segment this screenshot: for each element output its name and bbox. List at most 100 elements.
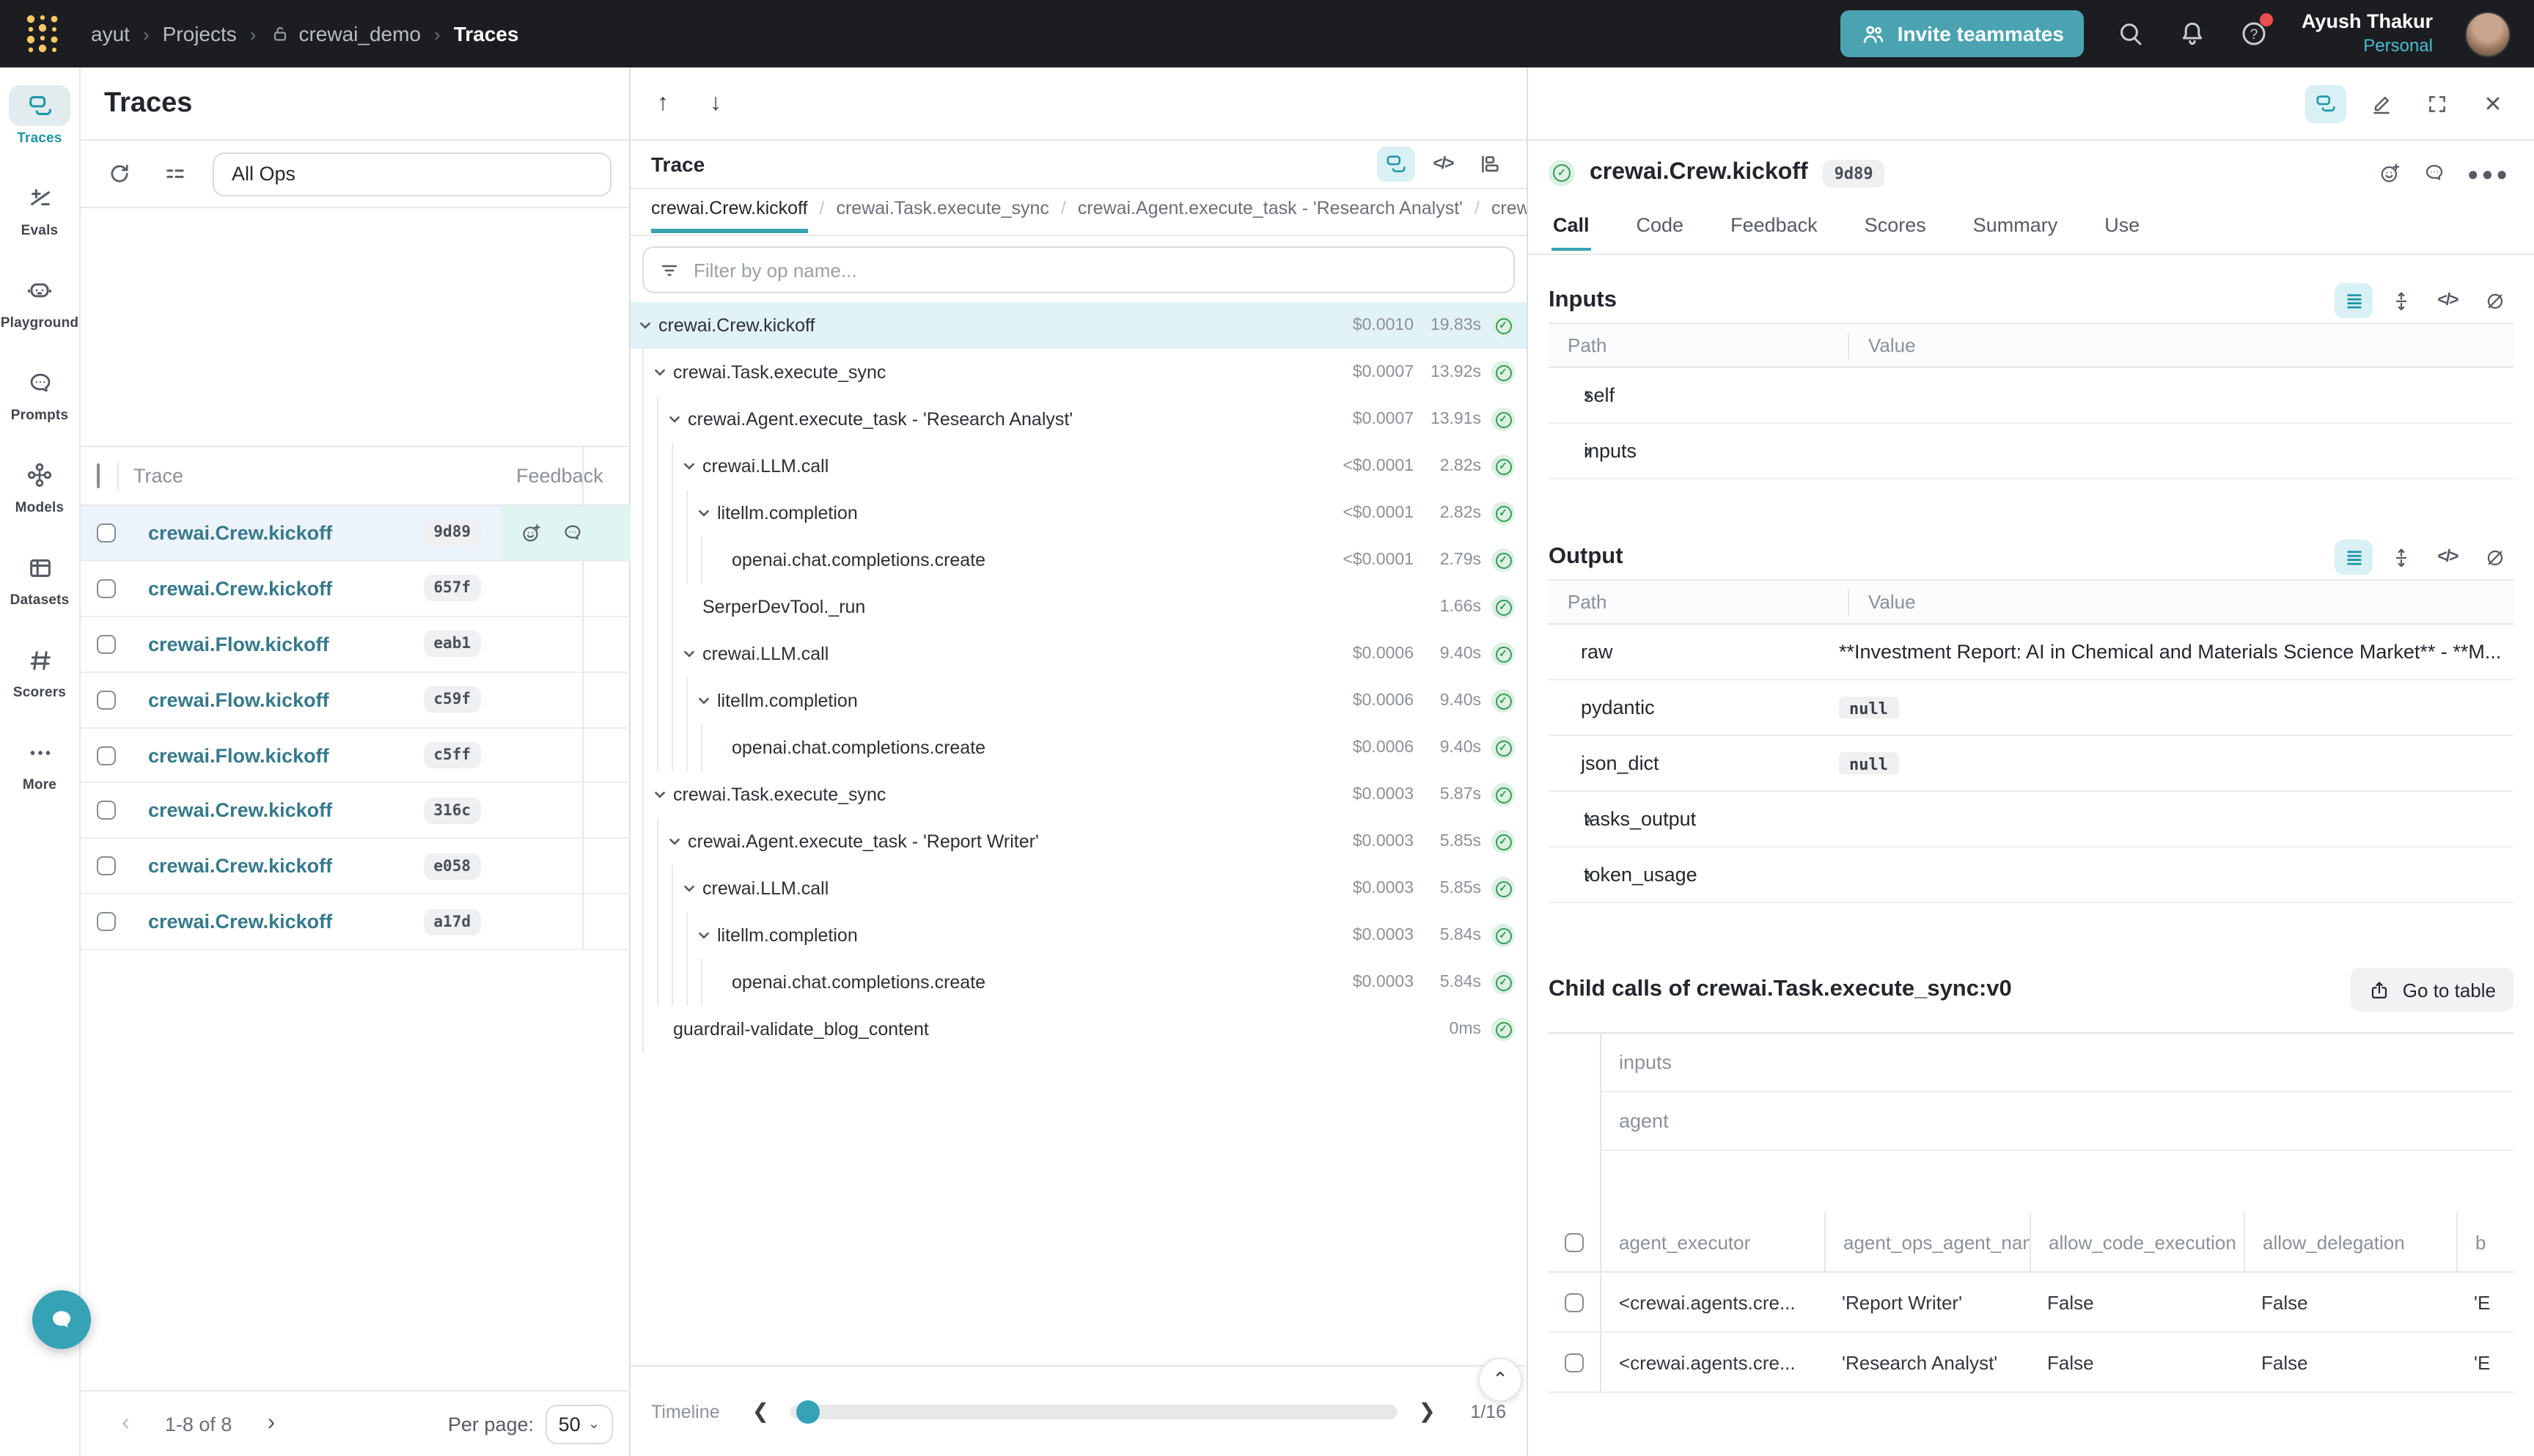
trace-op-link[interactable]: crewai.Flow.kickoff [148,744,423,766]
chevron-down-icon[interactable] [666,834,683,849]
trace-table-row[interactable]: crewai.Crew.kickoffa17d [81,894,631,950]
trace-table-row[interactable]: crewai.Flow.kickoffeab1 [81,617,631,673]
refresh-icon[interactable] [101,156,136,191]
trace-op-link[interactable]: crewai.Crew.kickoff [148,800,423,822]
tab-use[interactable]: Use [2103,208,2141,248]
chat-widget-button[interactable] [32,1290,91,1349]
row-checkbox[interactable] [97,579,116,598]
trace-tree-row[interactable]: crewai.Crew.kickoff$0.001019.83s✓ [631,302,1527,349]
trace-tree-row[interactable]: openai.chat.completions.create$0.00069.4… [631,724,1527,771]
row-checkbox[interactable] [97,746,116,765]
row-checkbox[interactable] [1565,1232,1584,1251]
per-page-select[interactable]: 50 ⌄ [546,1404,613,1444]
tree-view-icon[interactable] [1377,147,1415,182]
trace-tree-row[interactable]: crewai.LLM.call<$0.00012.82s✓ [631,443,1527,490]
breadcrumb-item-Traces[interactable]: Traces [454,22,519,45]
path-value-row[interactable]: tasks_output [1549,792,2513,848]
row-checkbox[interactable] [97,523,116,543]
search-icon[interactable] [2117,19,2146,48]
chevron-right-icon[interactable] [1549,444,1581,458]
path-value-row[interactable]: json_dictnull [1549,736,2513,792]
trace-crumb-tab[interactable]: crewai.LLM.call [1491,198,1527,229]
sidebar-item-scorers[interactable]: Scorers [0,639,80,701]
trace-table-row[interactable]: crewai.Crew.kickoff657f [81,562,631,617]
breadcrumb-item-Projects[interactable]: Projects [163,22,237,45]
row-checkbox[interactable] [97,634,116,653]
flame-graph-icon[interactable] [1471,147,1509,182]
child-data-row[interactable]: <crewai.agents.cre...'Research Analyst'F… [1549,1333,2513,1393]
prev-page-icon[interactable]: ‹ [104,1411,147,1437]
chevron-down-icon[interactable] [651,787,669,802]
sidebar-item-playground[interactable]: Playground [0,270,80,331]
path-value-row[interactable]: pydanticnull [1549,680,2513,736]
timeline-thumb[interactable] [796,1400,819,1423]
wandb-logo-icon[interactable] [23,12,62,56]
next-page-icon[interactable]: › [250,1411,293,1437]
call-id-badge[interactable]: 9d89 [1823,159,1885,187]
trace-tree-row[interactable]: guardrail-validate_blog_content0ms✓ [631,1006,1527,1053]
trace-tree-row[interactable]: litellm.completion$0.00035.84s✓ [631,912,1527,959]
trace-tree-row[interactable]: openai.chat.completions.create$0.00035.8… [631,959,1527,1006]
detail-tree-view-icon[interactable] [2305,84,2346,122]
go-to-table-button[interactable]: Go to table [2351,968,2513,1012]
inputs-expand-icon[interactable] [2381,283,2420,318]
tab-code[interactable]: Code [1635,208,1686,248]
overflow-menu-icon[interactable]: ●●● [2467,162,2511,184]
scroll-up-button[interactable]: ⌃ [1478,1358,1522,1402]
notifications-bell-icon[interactable] [2178,19,2208,48]
path-value-row[interactable]: inputs [1549,424,2513,479]
user-menu[interactable]: Ayush Thakur Personal [2302,10,2433,57]
op-filter-input[interactable] [694,259,1499,281]
trace-op-link[interactable]: crewai.Crew.kickoff [148,856,423,878]
row-checkbox[interactable] [1565,1293,1584,1312]
sidebar-item-traces[interactable]: Traces [0,85,80,147]
trace-crumb-tab[interactable]: crewai.Task.execute_sync [836,198,1049,229]
close-icon[interactable]: ✕ [2472,84,2513,122]
code-view-icon[interactable]: </> [1424,147,1462,182]
path-value-row[interactable]: self [1549,368,2513,424]
comment-icon[interactable] [562,522,584,544]
prev-call-arrow-icon[interactable]: ↑ [648,90,677,117]
sidebar-item-more[interactable]: More [0,732,80,793]
chevron-down-icon[interactable] [695,928,713,943]
chevron-right-icon[interactable] [1549,812,1581,826]
timeline-next-icon[interactable]: ❯ [1413,1399,1442,1424]
chevron-down-icon[interactable] [695,506,713,521]
trace-tree-row[interactable]: crewai.Agent.execute_task - 'Report Writ… [631,818,1527,865]
trace-table-row[interactable]: crewai.Flow.kickoffc5ff [81,728,631,784]
output-list-view-icon[interactable] [2335,540,2373,575]
chevron-down-icon[interactable] [666,412,683,427]
help-icon[interactable]: ? [2240,19,2269,48]
ops-filter-dropdown[interactable]: All Ops [213,152,612,196]
trace-tree-row[interactable]: openai.chat.completions.create<$0.00012.… [631,537,1527,584]
avatar[interactable] [2465,11,2511,56]
trace-crumb-tab[interactable]: crewai.Crew.kickoff [651,198,808,233]
trace-table-row[interactable]: crewai.Flow.kickoffc59f [81,672,631,728]
chevron-down-icon[interactable] [695,694,713,708]
trace-op-link[interactable]: crewai.Crew.kickoff [148,911,423,933]
chevron-down-icon[interactable] [680,881,698,896]
tab-call[interactable]: Call [1551,208,1591,251]
row-checkbox[interactable] [97,857,116,876]
chevron-right-icon[interactable] [1549,867,1581,882]
trace-tree-row[interactable]: crewai.LLM.call$0.00035.85s✓ [631,865,1527,912]
breadcrumb-item-ayut[interactable]: ayut [91,22,130,45]
child-data-row[interactable]: <crewai.agents.cre...'Report Writer'Fals… [1549,1273,2513,1333]
row-checkbox[interactable] [1565,1353,1584,1372]
trace-table-row[interactable]: crewai.Crew.kickoffe058 [81,839,631,895]
timeline-slider[interactable] [790,1404,1398,1419]
tab-summary[interactable]: Summary [1972,208,2060,248]
edit-pencil-icon[interactable] [2361,84,2402,122]
add-reaction-icon[interactable] [2379,161,2403,185]
trace-tree-row[interactable]: litellm.completion$0.00069.40s✓ [631,677,1527,724]
trace-tree-row[interactable]: crewai.Agent.execute_task - 'Research An… [631,396,1527,443]
next-call-arrow-icon[interactable]: ↓ [701,90,730,117]
breadcrumb-item-crewai_demo[interactable]: crewai_demo [269,22,421,45]
row-checkbox[interactable] [97,690,116,709]
tab-feedback[interactable]: Feedback [1729,208,1819,248]
tab-scores[interactable]: Scores [1863,208,1928,248]
trace-crumb-tab[interactable]: crewai.Agent.execute_task - 'Research An… [1078,198,1463,229]
trace-op-link[interactable]: crewai.Crew.kickoff [148,522,423,544]
timeline-prev-icon[interactable]: ❮ [746,1399,775,1424]
trace-tree-row[interactable]: crewai.Task.execute_sync$0.000713.92s✓ [631,349,1527,396]
